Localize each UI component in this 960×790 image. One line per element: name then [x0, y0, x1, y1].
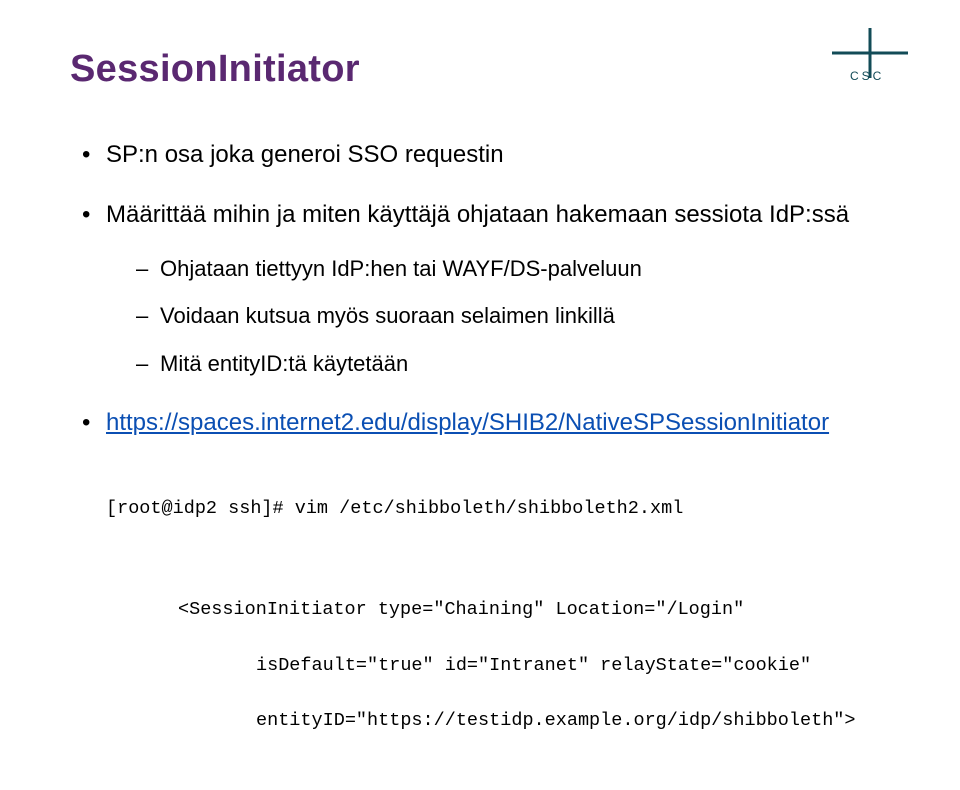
bullet-item: https://spaces.internet2.edu/display/SHI…: [78, 407, 890, 439]
code-block: [root@idp2 ssh]# vim /etc/shibboleth/shi…: [106, 467, 890, 790]
reference-link[interactable]: https://spaces.internet2.edu/display/SHI…: [106, 409, 829, 436]
bullet-list: SP:n osa joka generoi SSO requestin Määr…: [78, 139, 890, 439]
slide-title: SessionInitiator: [70, 48, 890, 91]
sub-bullet-list: Ohjataan tiettyyn IdP:hen tai WAYF/DS-pa…: [106, 254, 890, 379]
code-line: <SessionInitiator type="Chaining" Locati…: [106, 596, 890, 624]
bullet-text: SP:n osa joka generoi SSO requestin: [106, 141, 504, 168]
sub-bullet-text: Voidaan kutsua myös suoraan selaimen lin…: [160, 303, 615, 328]
csc-cross-icon: CSC: [820, 28, 908, 92]
sub-bullet-text: Mitä entityID:tä käytetään: [160, 351, 408, 376]
code-line: entityID="https://testidp.example.org/id…: [106, 707, 890, 735]
bullet-text: Määrittää mihin ja miten käyttäjä ohjata…: [106, 201, 849, 228]
slide: CSC SessionInitiator SP:n osa joka gener…: [0, 0, 960, 720]
sub-bullet-item: Ohjataan tiettyyn IdP:hen tai WAYF/DS-pa…: [134, 254, 890, 284]
bullet-item: SP:n osa joka generoi SSO requestin: [78, 139, 890, 171]
bullet-item: Määrittää mihin ja miten käyttäjä ohjata…: [78, 199, 890, 378]
sub-bullet-item: Voidaan kutsua myös suoraan selaimen lin…: [134, 301, 890, 331]
logo-label: CSC: [850, 69, 884, 83]
sub-bullet-text: Ohjataan tiettyyn IdP:hen tai WAYF/DS-pa…: [160, 256, 642, 281]
sub-bullet-item: Mitä entityID:tä käytetään: [134, 349, 890, 379]
csc-logo: CSC: [820, 28, 908, 92]
code-line: isDefault="true" id="Intranet" relayStat…: [106, 652, 890, 680]
code-line: [root@idp2 ssh]# vim /etc/shibboleth/shi…: [106, 495, 890, 523]
code-blank-line: [106, 550, 890, 568]
